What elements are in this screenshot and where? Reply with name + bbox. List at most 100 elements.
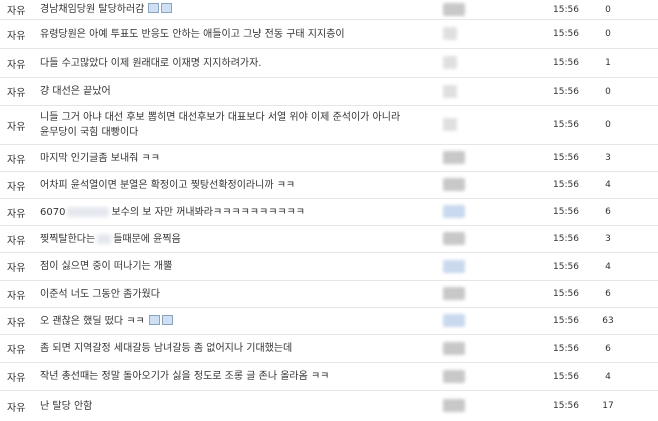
view-count: 63 [602, 316, 614, 326]
author[interactable] [443, 84, 491, 99]
post-title-link[interactable]: 다들 수고많았다 이제 원래대로 이재명 지지하려가자. [40, 58, 261, 69]
author-avatar-blurred [443, 84, 457, 98]
author-avatar-blurred [443, 369, 465, 383]
table-row[interactable]: 자유 찢찍탈한다는 들때문에 윤찍음 15:56 3 [0, 226, 658, 253]
author-avatar-blurred [443, 399, 465, 412]
table-row[interactable]: 자유 마지막 인기글좀 보내줘 ㅋㅋ 15:56 3 [0, 145, 658, 172]
table-row[interactable]: 자유 작년 총선때는 정말 돌아오기가 싫을 정도로 조롱 글 존나 올라옴 ㅋ… [0, 363, 658, 391]
author-avatar-blurred [443, 118, 457, 131]
author[interactable] [443, 205, 491, 219]
post-title-link[interactable]: 이준석 너도 그동안 좀가웠다 [40, 289, 160, 300]
author[interactable] [443, 369, 491, 384]
post-title[interactable]: 찢찍탈한다는 들때문에 윤찍음 [40, 232, 440, 247]
post-title-link[interactable]: 마지막 인기글좀 보내줘 ㅋㅋ [40, 153, 160, 164]
post-title[interactable]: 난 탈당 안함 [40, 399, 440, 414]
author[interactable] [443, 56, 491, 70]
table-row[interactable]: 자유 난 탈당 안함 15:56 17 [0, 391, 658, 421]
post-title[interactable]: 이준석 너도 그동안 좀가웠다 [40, 287, 440, 302]
category-label: 자유 [7, 345, 26, 356]
post-title-link[interactable]: 6070 보수의 보 자만 꺼내봐라ㅋㅋㅋㅋㅋㅋㅋㅋㅋㅋ [40, 206, 305, 218]
view-count: 0 [605, 4, 611, 15]
view-count: 1 [605, 58, 611, 68]
category-label: 자유 [7, 30, 26, 42]
view-count: 17 [602, 401, 614, 411]
post-title-link[interactable]: 찢찍탈한다는 들때문에 윤찍음 [40, 233, 181, 245]
table-row[interactable]: 자유 점이 싫으면 중이 떠나기는 개뿔 15:56 4 [0, 253, 658, 281]
post-time: 15:56 [553, 180, 579, 190]
author[interactable] [443, 232, 491, 246]
table-row[interactable]: 자유 유령당원은 아예 투표도 반응도 안하는 애들이고 그냥 전동 구태 지지… [0, 20, 658, 49]
author-avatar-blurred [443, 27, 457, 40]
category-label: 자유 [7, 6, 26, 17]
table-row[interactable]: 자유 다들 수고많았다 이제 원래대로 이재명 지지하려가자. 15:56 1 [0, 49, 658, 78]
post-title[interactable]: 다들 수고많았다 이제 원래대로 이재명 지지하려가자. [40, 56, 440, 71]
post-list: 자유 경남채임당원 탈당하러감 15:56 0 자유 유령당원은 아예 투표도 … [0, 0, 658, 421]
post-title[interactable]: 니들 그거 아냐 대선 후보 뽑히면 대선후보가 대표보다 서열 위야 이제 준… [40, 110, 440, 140]
post-title[interactable]: 좀 되면 지역갈정 세대갈등 남녀갈등 좀 없어지나 기대했는데 [40, 341, 440, 356]
post-time: 15:56 [553, 120, 579, 130]
post-title-link[interactable]: 니들 그거 아냐 대선 후보 뽑히면 대선후보가 대표보다 서열 위야 이제 준… [40, 112, 400, 138]
author[interactable] [443, 118, 491, 132]
post-title-link[interactable]: 경남채임당원 탈당하러감 [40, 4, 144, 15]
post-title[interactable]: 6070 보수의 보 자만 꺼내봐라ㅋㅋㅋㅋㅋㅋㅋㅋㅋㅋ [40, 205, 440, 220]
category-label: 자유 [7, 402, 26, 414]
redacted-text [97, 233, 112, 244]
post-time: 15:56 [553, 86, 579, 97]
post-time: 15:56 [553, 401, 579, 411]
table-row[interactable]: 자유 오 괜찮은 했딜 떴다 ㅋㅋ 15:56 63 [0, 308, 658, 335]
view-count: 3 [605, 153, 611, 163]
table-row[interactable]: 자유 니들 그거 아냐 대선 후보 뽑히면 대선후보가 대표보다 서열 위야 이… [0, 106, 658, 145]
post-title[interactable]: 작년 총선때는 정말 돌아오기가 싫을 정도로 조롱 글 존나 올라옴 ㅋㅋ [40, 369, 440, 384]
post-title[interactable]: 유령당원은 아예 투표도 반응도 안하는 애들이고 그냥 전동 구태 지지층이 [40, 27, 440, 42]
image-attachment-icon [161, 3, 173, 13]
post-title[interactable]: 어차피 윤석열이면 분열은 확정이고 찢탕선확정이라니까 ㅋㅋ [40, 178, 440, 193]
table-row[interactable]: 자유 어차피 윤석열이면 분열은 확정이고 찢탕선확정이라니까 ㅋㅋ 15:56… [0, 172, 658, 199]
author[interactable] [443, 287, 491, 301]
post-title[interactable]: 마지막 인기글좀 보내줘 ㅋㅋ [40, 151, 440, 166]
post-title-link[interactable]: 오 괜찮은 했딜 떴다 ㅋㅋ [40, 316, 145, 327]
post-title[interactable]: 점이 싫으면 중이 떠나기는 개뿔 [40, 259, 440, 274]
category-label: 자유 [7, 121, 26, 133]
post-title[interactable]: 경남채임당원 탈당하러감 [40, 2, 440, 17]
post-time: 15:56 [553, 58, 579, 68]
author[interactable] [443, 259, 491, 274]
post-title-link[interactable]: 좀 되면 지역갈정 세대갈등 남녀갈등 좀 없어지나 기대했는데 [40, 343, 292, 354]
author[interactable] [443, 151, 491, 165]
post-title-link[interactable]: 난 탈당 안함 [40, 401, 92, 412]
post-title[interactable]: 오 괜찮은 했딜 떴다 ㅋㅋ [40, 314, 440, 329]
table-row[interactable]: 자유 경남채임당원 탈당하러감 15:56 0 [0, 0, 658, 20]
table-row[interactable]: 자유 6070 보수의 보 자만 꺼내봐라ㅋㅋㅋㅋㅋㅋㅋㅋㅋㅋ 15:56 6 [0, 199, 658, 226]
category-label: 자유 [7, 181, 26, 193]
category-label: 자유 [7, 59, 26, 71]
author-avatar-blurred [443, 151, 465, 164]
category-label: 자유 [7, 154, 26, 166]
category-label: 자유 [7, 317, 26, 329]
post-time: 15:56 [553, 316, 579, 326]
table-row[interactable]: 자유 이준석 너도 그동안 좀가웠다 15:56 6 [0, 281, 658, 308]
post-title-link[interactable]: 걍 대선은 끝났어 [40, 86, 111, 97]
redacted-text [67, 206, 110, 217]
post-title[interactable]: 걍 대선은 끝났어 [40, 84, 440, 99]
post-title-link[interactable]: 유령당원은 아예 투표도 반응도 안하는 애들이고 그냥 전동 구태 지지층이 [40, 29, 345, 40]
table-row[interactable]: 자유 좀 되면 지역갈정 세대갈등 남녀갈등 좀 없어지나 기대했는데 15:5… [0, 335, 658, 363]
author[interactable] [443, 314, 491, 328]
view-count: 3 [605, 234, 611, 244]
author[interactable] [443, 27, 491, 41]
author[interactable] [443, 2, 491, 17]
post-title-link[interactable]: 어차피 윤석열이면 분열은 확정이고 찢탕선확정이라니까 ㅋㅋ [40, 180, 295, 191]
category-label: 자유 [7, 88, 26, 99]
table-row[interactable]: 자유 걍 대선은 끝났어 15:56 0 [0, 78, 658, 106]
author-avatar-blurred [443, 56, 457, 69]
post-title-link[interactable]: 작년 총선때는 정말 돌아오기가 싫을 정도로 조롱 글 존나 올라옴 ㅋㅋ [40, 371, 329, 382]
author[interactable] [443, 178, 491, 192]
view-count: 0 [605, 29, 611, 39]
view-count: 0 [605, 120, 611, 130]
view-count: 6 [605, 289, 611, 299]
image-attachment-icon [161, 314, 173, 325]
author[interactable] [443, 341, 491, 356]
image-attachment-icon [148, 314, 160, 325]
author[interactable] [443, 399, 491, 413]
category-label: 자유 [7, 208, 26, 220]
post-title-link[interactable]: 점이 싫으면 중이 떠나기는 개뿔 [40, 261, 172, 272]
author-avatar-blurred [443, 178, 465, 191]
